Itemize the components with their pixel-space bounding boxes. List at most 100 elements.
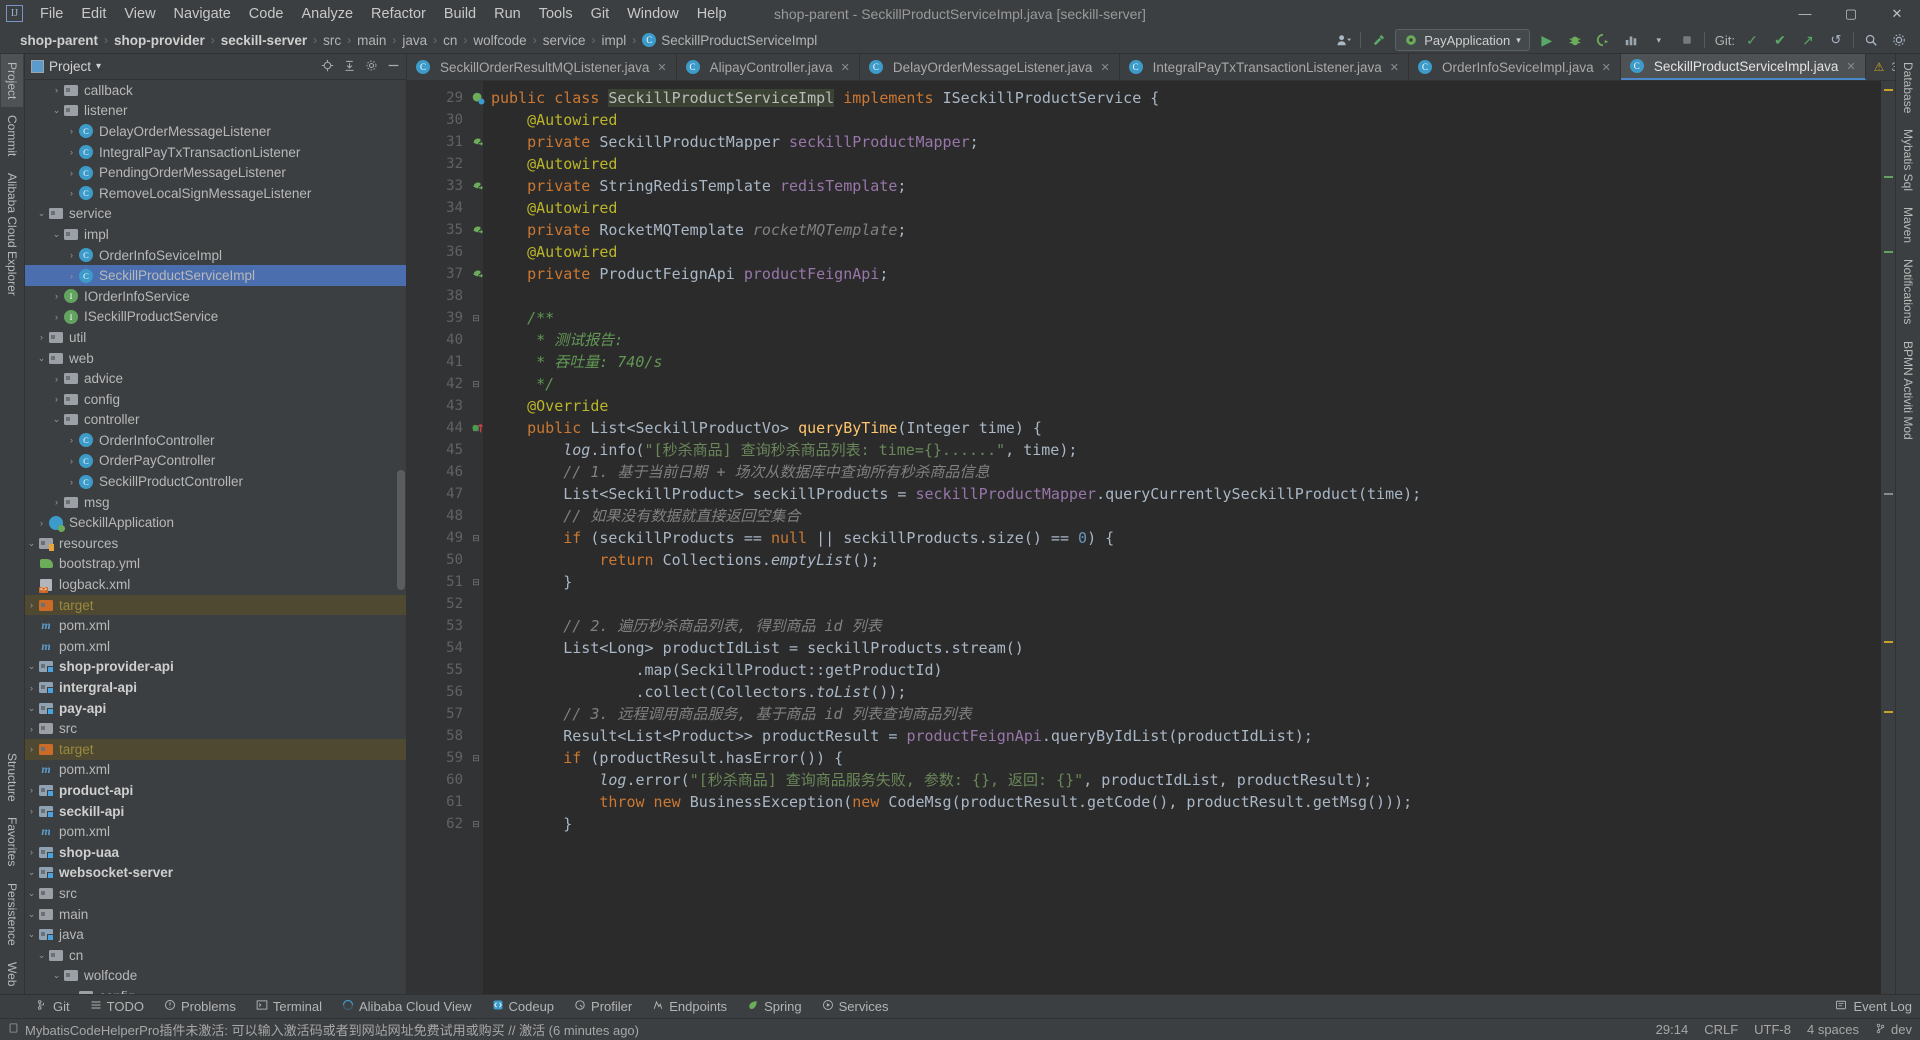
- run-configuration-selector[interactable]: PayApplication ▾: [1395, 29, 1530, 51]
- chevron-right-icon[interactable]: ›: [50, 497, 63, 507]
- editor-tab-alipaycontroller[interactable]: C AlipayController.java ✕: [677, 54, 860, 80]
- chevron-down-icon[interactable]: ⌄: [35, 950, 48, 961]
- breadcrumb-item-service[interactable]: service: [543, 33, 586, 48]
- chevron-right-icon[interactable]: ›: [65, 271, 78, 281]
- rail-button-favorites[interactable]: Favorites: [1, 809, 23, 874]
- chevron-right-icon[interactable]: ›: [65, 991, 78, 994]
- code-line-38[interactable]: [491, 285, 1881, 307]
- tree-node-websocket-server[interactable]: ⌄ websocket-server: [25, 863, 406, 884]
- code-line-48[interactable]: // 如果没有数据就直接返回空集合: [491, 505, 1881, 527]
- chevron-right-icon[interactable]: ›: [50, 394, 63, 404]
- class-override-icon[interactable]: [470, 90, 485, 105]
- caret-position[interactable]: 29:14: [1656, 1022, 1689, 1037]
- close-tab-icon[interactable]: ✕: [1846, 60, 1855, 73]
- code-line-59[interactable]: if (productResult.hasError()) {: [491, 747, 1881, 769]
- run-icon[interactable]: ▶: [1536, 29, 1558, 51]
- tree-node-integralpaytxtransactionlistener[interactable]: › C IntegralPayTxTransactionListener: [25, 142, 406, 163]
- tool-window-button-alibaba-cloud-view[interactable]: Alibaba Cloud View: [332, 999, 482, 1014]
- fold-column[interactable]: ⊟⊟⊟⊟⊟⊟⊟: [469, 81, 483, 994]
- code-line-51[interactable]: }: [491, 571, 1881, 593]
- chevron-down-icon[interactable]: ⌄: [25, 538, 38, 549]
- tree-node-pendingordermessagelistener[interactable]: › C PendingOrderMessageListener: [25, 162, 406, 183]
- tree-node-config[interactable]: › config: [25, 986, 406, 994]
- status-message-group[interactable]: MybatisCodeHelperPro插件未激活: 可以输入激活码或者到网站网…: [8, 1020, 639, 1039]
- project-title[interactable]: Project ▾: [31, 59, 101, 74]
- run-coverage-icon[interactable]: [1592, 29, 1614, 51]
- tree-node-controller[interactable]: ⌄ controller: [25, 410, 406, 431]
- tree-node-java[interactable]: ⌄ java: [25, 924, 406, 945]
- tool-window-button-endpoints[interactable]: Endpoints: [642, 999, 737, 1014]
- breadcrumb-item-shop-parent[interactable]: shop-parent: [20, 33, 98, 48]
- tree-node-service[interactable]: ⌄ service: [25, 204, 406, 225]
- indent-setting[interactable]: 4 spaces: [1807, 1022, 1859, 1037]
- tree-node-orderpaycontroller[interactable]: › C OrderPayController: [25, 451, 406, 472]
- chevron-down-icon[interactable]: ⌄: [25, 703, 38, 714]
- locate-icon[interactable]: [321, 59, 334, 75]
- chevron-right-icon[interactable]: ›: [25, 744, 38, 754]
- event-log-button[interactable]: Event Log: [1835, 999, 1920, 1014]
- code-line-56[interactable]: .collect(Collectors.toList());: [491, 681, 1881, 703]
- code-line-47[interactable]: List<SeckillProduct> seckillProducts = s…: [491, 483, 1881, 505]
- menu-file[interactable]: File: [31, 3, 72, 25]
- tree-node-intergral-api[interactable]: › intergral-api: [25, 677, 406, 698]
- line-number-51[interactable]: 51: [407, 571, 469, 593]
- tree-node-iorderinfoservice[interactable]: › I IOrderInfoService: [25, 286, 406, 307]
- tree-node-product-api[interactable]: › product-api: [25, 780, 406, 801]
- chevron-down-icon[interactable]: ⌄: [25, 929, 38, 940]
- line-number-62[interactable]: 62: [407, 813, 469, 835]
- tree-node-src[interactable]: ⌄ src: [25, 883, 406, 904]
- project-scrollbar[interactable]: [397, 470, 405, 590]
- rail-button-web[interactable]: Web: [1, 954, 23, 994]
- tree-node-pom-xml[interactable]: m pom.xml: [25, 615, 406, 636]
- tree-node-msg[interactable]: › msg: [25, 492, 406, 513]
- profiler-icon[interactable]: [1620, 29, 1642, 51]
- code-line-62[interactable]: }: [491, 813, 1881, 835]
- rail-button-alibaba-cloud-explorer[interactable]: Alibaba Cloud Explorer: [1, 165, 23, 304]
- code-line-53[interactable]: // 2. 遍历秒杀商品列表, 得到商品 id 列表: [491, 615, 1881, 637]
- line-number-41[interactable]: 41: [407, 351, 469, 373]
- git-commit-icon[interactable]: ✔: [1769, 29, 1791, 51]
- breadcrumb-item-cn[interactable]: cn: [443, 33, 457, 48]
- line-number-54[interactable]: 54: [407, 637, 469, 659]
- chevron-right-icon[interactable]: ›: [25, 724, 38, 734]
- breadcrumb-item-wolfcode[interactable]: wolfcode: [473, 33, 526, 48]
- code-line-44[interactable]: public List<SeckillProductVo> queryByTim…: [491, 417, 1881, 439]
- collapse-all-icon[interactable]: [343, 59, 356, 75]
- tree-node-bootstrap-yml[interactable]: bootstrap.yml: [25, 554, 406, 575]
- chevron-right-icon[interactable]: ›: [65, 147, 78, 157]
- breadcrumb-item-java[interactable]: java: [402, 33, 427, 48]
- code-line-58[interactable]: Result<List<Product>> productResult = pr…: [491, 725, 1881, 747]
- code-line-34[interactable]: @Autowired: [491, 197, 1881, 219]
- rail-button-project[interactable]: Project: [1, 54, 23, 108]
- line-number-31[interactable]: 31: [407, 131, 483, 153]
- build-hammer-icon[interactable]: [1367, 29, 1389, 51]
- tree-node-orderinfoseviceimpl[interactable]: › C OrderInfoSeviceImpl: [25, 245, 406, 266]
- right-rail-button-mybatis-sql[interactable]: Mybatis Sql: [1897, 121, 1919, 199]
- close-tab-icon[interactable]: ✕: [841, 61, 850, 74]
- fold-toggle-42[interactable]: ⊟: [469, 373, 483, 395]
- line-number-46[interactable]: 46: [407, 461, 469, 483]
- tree-node-delayordermessagelistener[interactable]: › C DelayOrderMessageListener: [25, 121, 406, 142]
- marker-bar[interactable]: [1881, 81, 1895, 994]
- line-number-58[interactable]: 58: [407, 725, 469, 747]
- code-line-33[interactable]: private StringRedisTemplate redisTemplat…: [491, 175, 1881, 197]
- code-line-40[interactable]: * 测试报告:: [491, 329, 1881, 351]
- editor-tab-delayordermessagelistener[interactable]: C DelayOrderMessageListener.java ✕: [860, 54, 1120, 80]
- tree-node-logback-xml[interactable]: logback.xml: [25, 574, 406, 595]
- breadcrumb-item-impl[interactable]: impl: [601, 33, 626, 48]
- tree-node-config[interactable]: › config: [25, 389, 406, 410]
- code-line-30[interactable]: @Autowired: [491, 109, 1881, 131]
- tree-node-wolfcode[interactable]: ⌄ wolfcode: [25, 966, 406, 987]
- tree-node-seckillproductcontroller[interactable]: › C SeckillProductController: [25, 471, 406, 492]
- chevron-right-icon[interactable]: ›: [65, 126, 78, 136]
- chevron-down-icon[interactable]: ⌄: [25, 661, 38, 672]
- inspection-widget[interactable]: ⚠ 3 ⚠ 4 ✓ 9 ⌃ ⌄: [1866, 54, 1895, 80]
- line-number-42[interactable]: 42: [407, 373, 469, 395]
- tree-node-removelocalsignmessagelistener[interactable]: › C RemoveLocalSignMessageListener: [25, 183, 406, 204]
- profiler-dropdown-icon[interactable]: ▾: [1648, 29, 1670, 51]
- breadcrumb-item-src[interactable]: src: [323, 33, 341, 48]
- code-line-55[interactable]: .map(SeckillProduct::getProductId): [491, 659, 1881, 681]
- chevron-down-icon[interactable]: ▾: [96, 61, 101, 72]
- tree-node-pom-xml[interactable]: m pom.xml: [25, 760, 406, 781]
- line-number-56[interactable]: 56: [407, 681, 469, 703]
